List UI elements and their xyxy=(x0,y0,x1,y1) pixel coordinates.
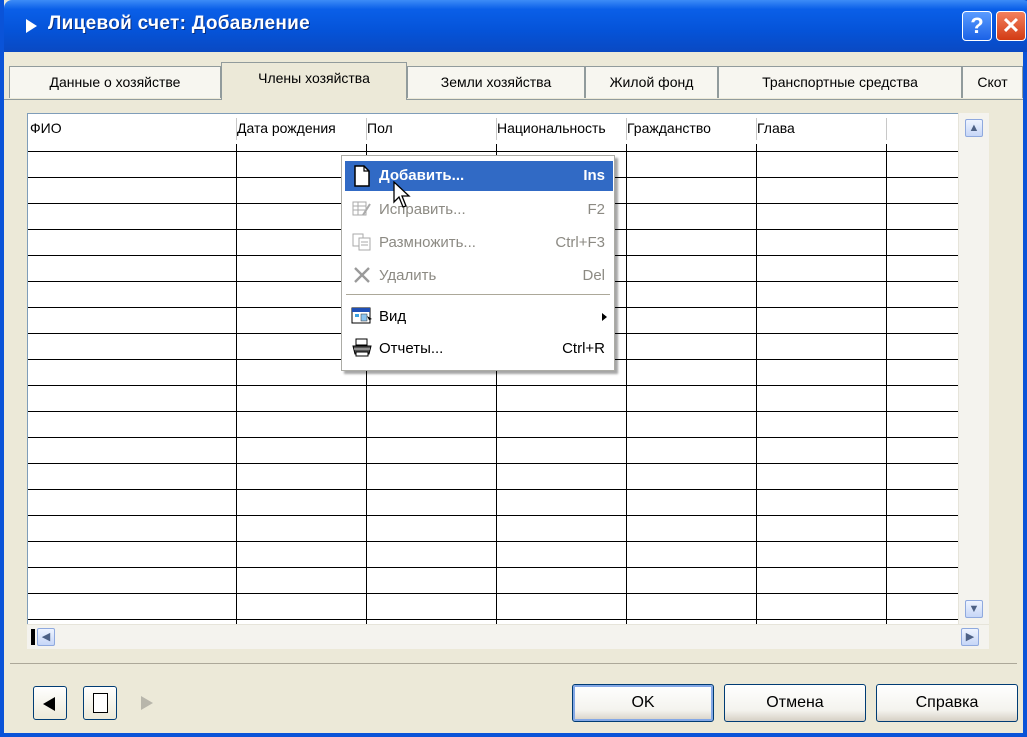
new-document-icon xyxy=(93,693,108,713)
edit-table-icon xyxy=(351,199,373,221)
close-button[interactable]: ✕ xyxy=(996,11,1026,41)
help-button[interactable]: Справка xyxy=(876,684,1018,722)
menu-item-add[interactable]: Добавить... Ins xyxy=(345,161,613,191)
tab-livestock[interactable]: Скот xyxy=(962,66,1023,98)
menu-item-duplicate[interactable]: Размножить... Ctrl+F3 xyxy=(345,228,613,258)
arrow-right-icon xyxy=(141,696,153,710)
menu-item-reports[interactable]: Отчеты... Ctrl+R xyxy=(345,334,613,364)
menu-item-label: Исправить... xyxy=(379,201,466,218)
column-header-nationality[interactable]: Национальность xyxy=(495,117,626,139)
window-title: Лицевой счет: Добавление xyxy=(48,13,311,34)
previous-record-button[interactable] xyxy=(33,686,67,720)
footer-divider xyxy=(10,663,1017,664)
delete-icon xyxy=(351,265,373,287)
tab-household-lands[interactable]: Земли хозяйства xyxy=(407,66,585,98)
context-menu: Добавить... Ins Исправить... F2 Размножи… xyxy=(341,155,615,371)
menu-item-delete[interactable]: Удалить Del xyxy=(345,261,613,291)
mouse-cursor-icon xyxy=(393,181,411,208)
horizontal-scrollbar[interactable]: ◀ ▶ xyxy=(27,624,989,649)
scroll-up-icon[interactable]: ▲ xyxy=(965,119,983,137)
menu-item-edit[interactable]: Исправить... F2 xyxy=(345,195,613,225)
tab-panel-border xyxy=(4,99,1023,100)
title-bar[interactable]: Лицевой счет: Добавление ? ✕ xyxy=(4,0,1027,52)
new-record-button[interactable] xyxy=(83,686,117,720)
tab-vehicles[interactable]: Транспортные средства xyxy=(718,66,962,98)
printer-icon xyxy=(351,338,373,360)
view-icon xyxy=(351,306,373,328)
new-document-icon xyxy=(351,165,373,187)
duplicate-icon xyxy=(351,232,373,254)
menu-item-shortcut: F2 xyxy=(587,201,605,218)
submenu-arrow-icon xyxy=(602,313,607,321)
menu-item-shortcut: Ctrl+R xyxy=(562,340,605,357)
scroll-thumb[interactable] xyxy=(31,629,35,645)
arrow-left-icon xyxy=(43,697,55,711)
column-header-fio[interactable]: ФИО xyxy=(28,117,236,139)
cancel-button[interactable]: Отмена xyxy=(724,684,866,722)
tab-housing[interactable]: Жилой фонд xyxy=(585,66,718,98)
column-header-birthdate[interactable]: Дата рождения xyxy=(235,117,366,139)
tab-strip: Данные о хозяйстве Члены хозяйства Земли… xyxy=(4,62,1023,100)
tab-household-members[interactable]: Члены хозяйства xyxy=(221,62,407,100)
scroll-down-icon[interactable]: ▼ xyxy=(965,600,983,618)
column-header-citizenship[interactable]: Гражданство xyxy=(625,117,756,139)
menu-item-label: Отчеты... xyxy=(379,340,444,357)
next-record-button[interactable] xyxy=(129,686,163,720)
column-header-head[interactable]: Глава xyxy=(755,117,886,139)
column-header-sex[interactable]: Пол xyxy=(365,117,496,139)
menu-item-label: Удалить xyxy=(379,267,437,284)
menu-item-label: Добавить... xyxy=(379,167,465,184)
ok-button[interactable]: OK xyxy=(572,684,714,722)
menu-item-label: Размножить... xyxy=(379,234,476,251)
vertical-scrollbar[interactable]: ▲ ▼ xyxy=(958,113,989,625)
app-arrow-icon xyxy=(26,19,37,33)
tab-household-data[interactable]: Данные о хозяйстве xyxy=(9,66,221,98)
help-title-button[interactable]: ? xyxy=(962,11,992,41)
menu-item-shortcut: Ins xyxy=(583,167,605,184)
menu-item-view[interactable]: Вид xyxy=(345,302,613,332)
scroll-right-icon[interactable]: ▶ xyxy=(961,628,979,646)
menu-separator xyxy=(346,294,610,295)
menu-item-shortcut: Del xyxy=(582,267,605,284)
scroll-left-icon[interactable]: ◀ xyxy=(37,628,55,646)
menu-item-label: Вид xyxy=(379,308,407,325)
menu-item-shortcut: Ctrl+F3 xyxy=(555,234,605,251)
